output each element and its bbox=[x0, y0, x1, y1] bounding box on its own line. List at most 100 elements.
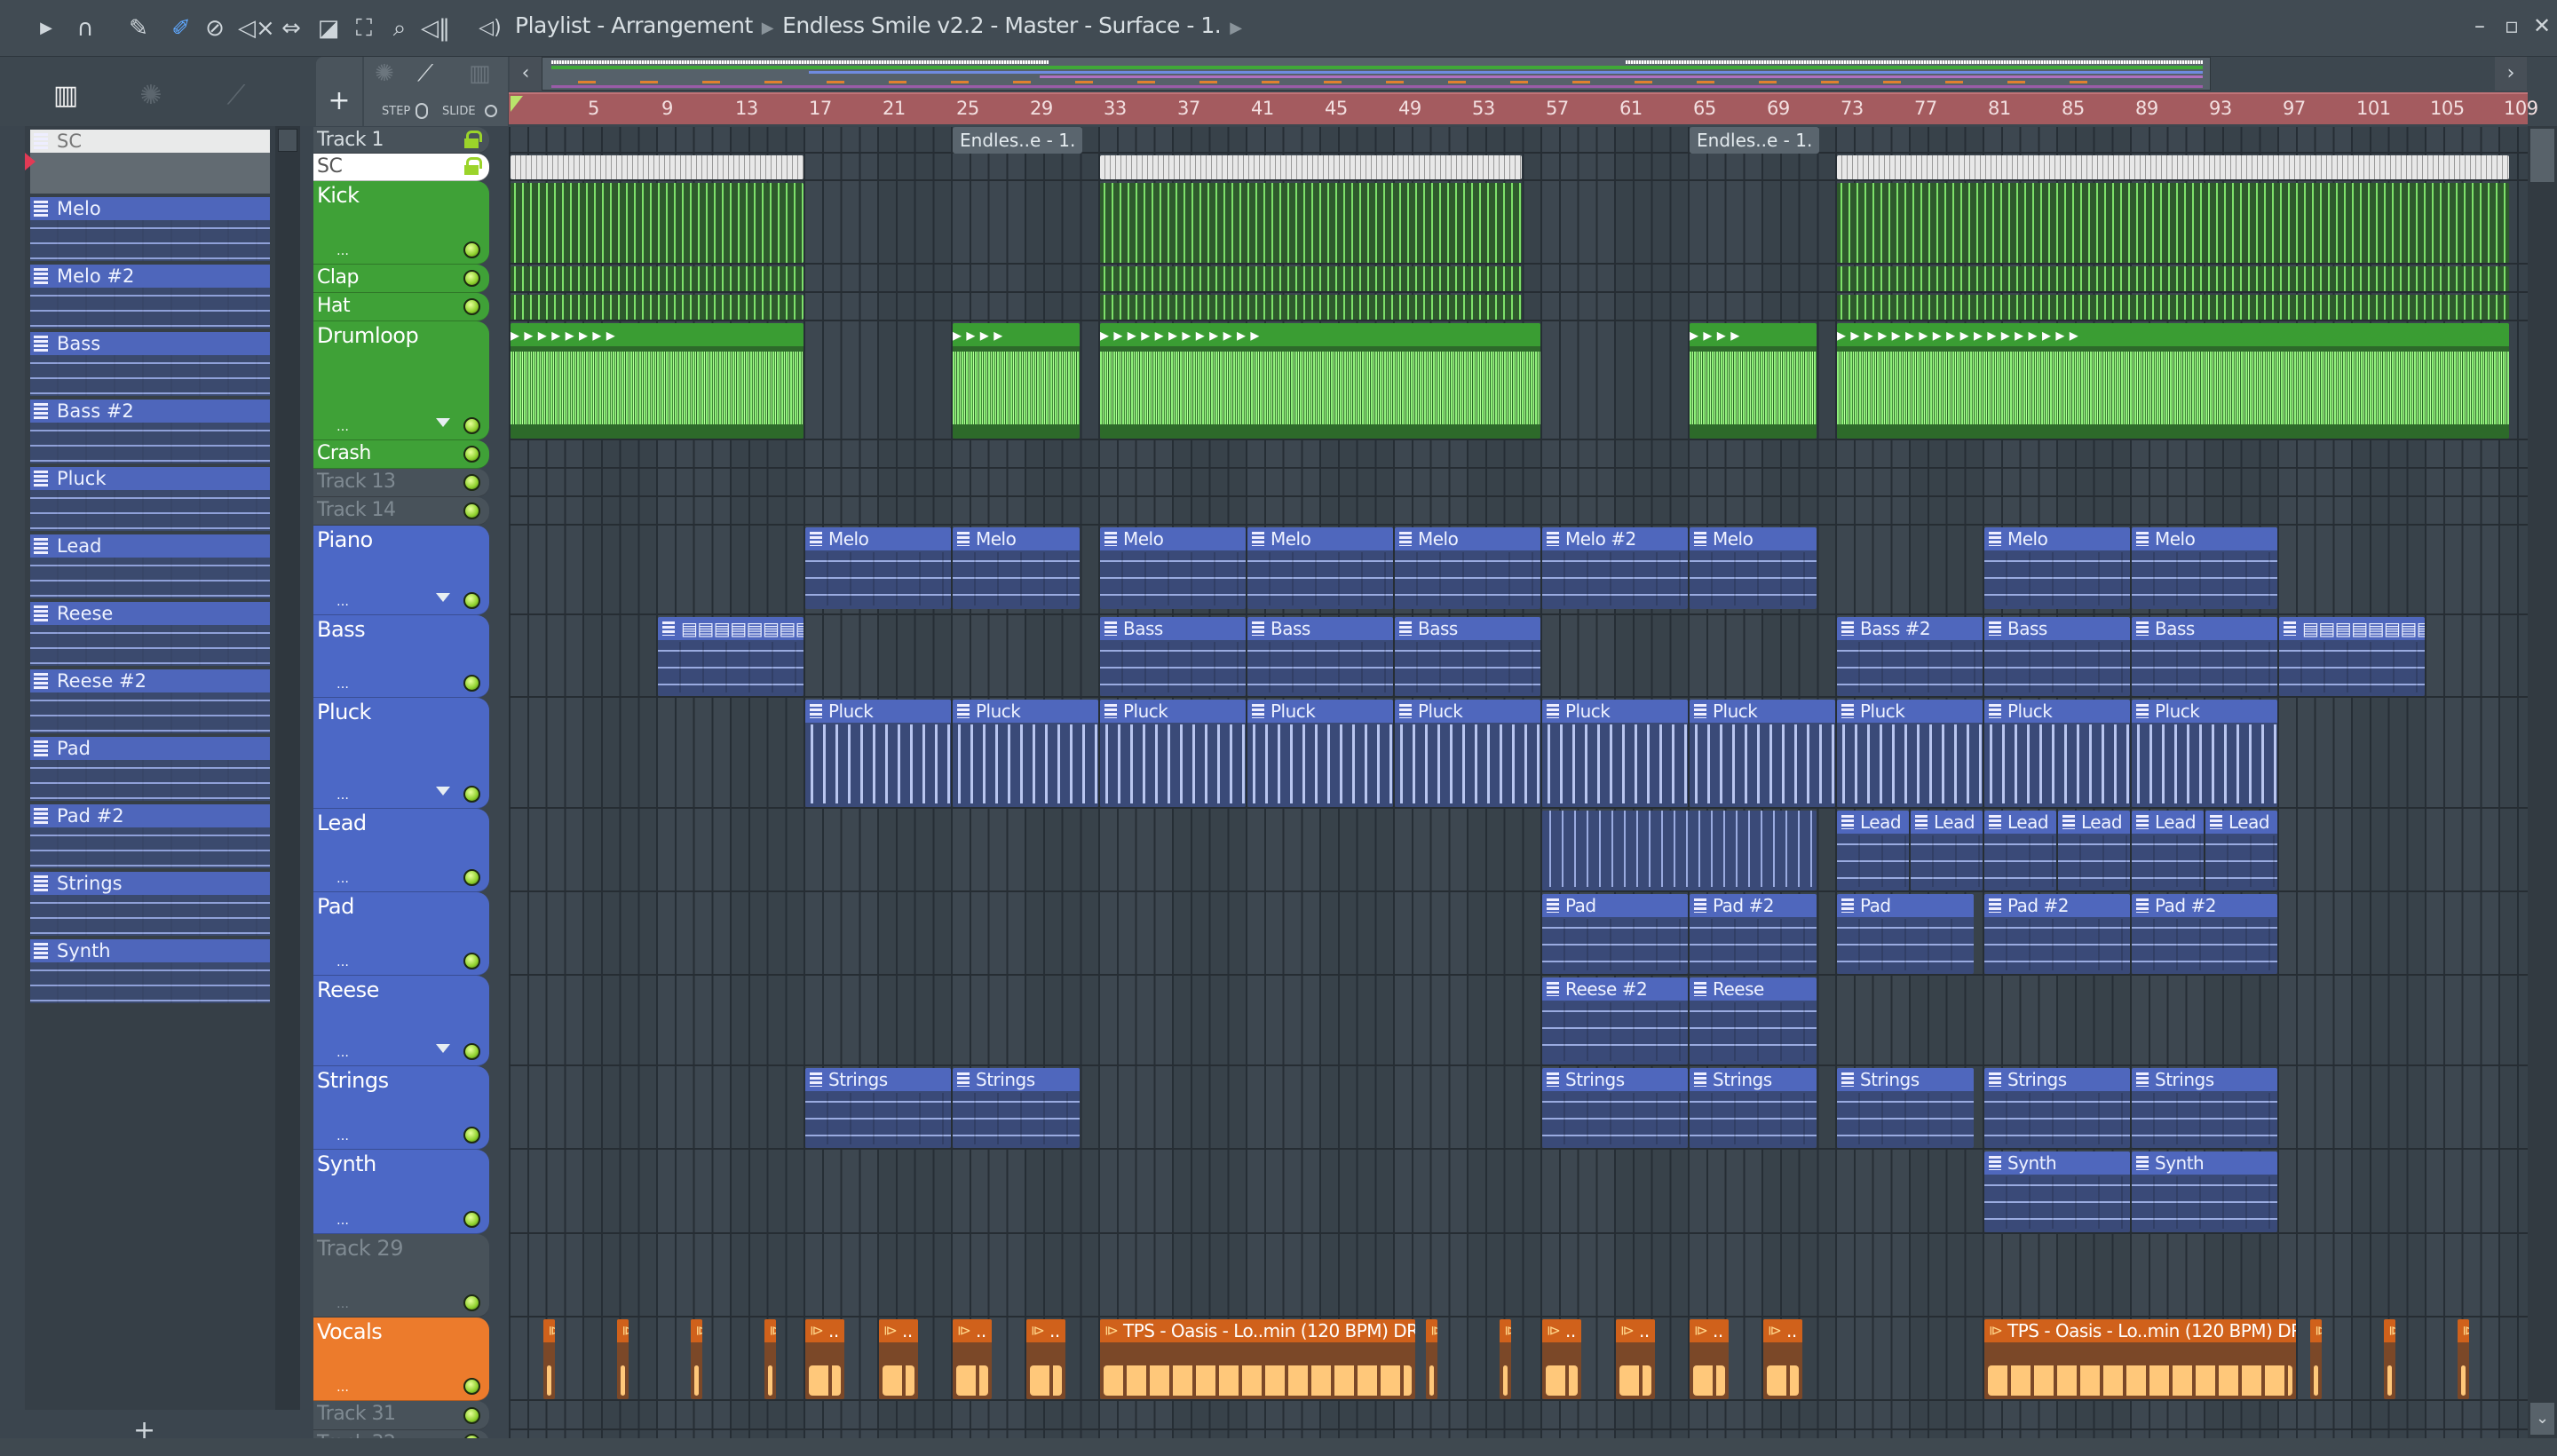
piano-keys-icon[interactable]: ▥ bbox=[469, 60, 491, 87]
audio-clip-vocal[interactable]: ⧐ bbox=[2310, 1319, 2322, 1399]
pattern-clip[interactable]: ▤▤▤▤▤▤▤▤ bbox=[658, 617, 804, 696]
track-header[interactable]: Reese… bbox=[313, 976, 489, 1066]
track-header[interactable]: Hat bbox=[313, 293, 489, 321]
track-options-dots[interactable]: … bbox=[336, 788, 350, 803]
play-arrow-icon[interactable]: ▶ bbox=[32, 14, 60, 43]
picker-item[interactable]: Pluck bbox=[30, 467, 270, 531]
minimize-button[interactable]: – bbox=[2466, 12, 2493, 39]
pattern-clip[interactable]: Melo bbox=[1395, 527, 1540, 609]
pattern-clip[interactable]: Strings bbox=[1984, 1068, 2130, 1148]
pattern-clip-drums[interactable] bbox=[511, 266, 804, 291]
magnet-icon[interactable]: ∩ bbox=[71, 14, 99, 43]
pattern-clip[interactable]: Bass bbox=[2132, 617, 2277, 696]
timeline-ruler[interactable]: 5 9 13 17 21 25 29 33 37 41 45 49 53 57 61 65 69 73 77 81 85… bbox=[509, 92, 2538, 124]
mute-led-icon[interactable] bbox=[463, 1294, 480, 1311]
track-header[interactable]: Vocals… bbox=[313, 1318, 489, 1401]
audio-clip-vocal[interactable]: ⧐ bbox=[764, 1319, 776, 1399]
audio-clip-vocal[interactable]: ⧐.. bbox=[805, 1319, 844, 1399]
mute-led-icon[interactable] bbox=[463, 270, 480, 287]
mute-led-icon[interactable] bbox=[463, 241, 480, 258]
pattern-clip-drums[interactable] bbox=[1837, 295, 2510, 320]
picker-item[interactable]: Melo bbox=[30, 197, 270, 261]
pattern-clip-drums[interactable] bbox=[1837, 183, 2510, 263]
playlist-overview[interactable] bbox=[542, 57, 2211, 91]
pencil-icon[interactable]: ✎ bbox=[124, 14, 153, 43]
picker-scrollbar[interactable] bbox=[275, 126, 300, 1410]
audio-clip-vocal[interactable]: ⧐.. bbox=[953, 1319, 992, 1399]
pattern-clip[interactable]: Strings bbox=[953, 1068, 1081, 1148]
audio-clip-drumloop[interactable]: ▸ ▸ ▸ ▸ ▸ ▸ ▸ ▸ ▸ ▸ ▸ ▸ bbox=[1100, 323, 1540, 439]
lock-icon[interactable] bbox=[464, 157, 482, 175]
pattern-clip[interactable]: Synth bbox=[1984, 1151, 2130, 1232]
track-header[interactable]: Track 14 bbox=[313, 497, 489, 526]
audio-clip-vocal[interactable]: ⧐ bbox=[691, 1319, 702, 1399]
delete-icon[interactable]: ⊘ bbox=[201, 14, 229, 43]
pattern-clip[interactable]: Pluck bbox=[1690, 700, 1835, 807]
picker-scroll-thumb[interactable] bbox=[278, 129, 297, 152]
pattern-clip[interactable]: Melo #2 bbox=[1542, 527, 1688, 609]
picker-item[interactable]: Reese bbox=[30, 602, 270, 666]
playlist-grid[interactable]: Endles..e - 1. Endles..e - 1. ▸ ▸ ▸ ▸ ▸ ▸ … bbox=[509, 127, 2528, 1438]
audio-clip-vocal[interactable]: ⧐.. bbox=[1616, 1319, 1655, 1399]
mute-led-icon[interactable] bbox=[463, 592, 480, 609]
pattern-clip[interactable]: Bass #2 bbox=[1837, 617, 1983, 696]
vertical-scroll-thumb[interactable] bbox=[2530, 129, 2554, 182]
slide-toggle[interactable] bbox=[485, 105, 497, 117]
picker-item[interactable]: Bass #2 bbox=[30, 400, 270, 463]
mute-led-icon[interactable] bbox=[463, 298, 480, 315]
mute-led-icon[interactable] bbox=[463, 502, 480, 519]
track-header[interactable]: Lead… bbox=[313, 809, 489, 892]
mute-led-icon[interactable] bbox=[463, 675, 480, 692]
pattern-clip[interactable]: Melo bbox=[1690, 527, 1817, 609]
audio-wave-icon[interactable]: ✺ bbox=[375, 60, 394, 87]
audio-clip-vocal[interactable]: ⧐ bbox=[543, 1319, 555, 1399]
pattern-clip[interactable]: Bass bbox=[1395, 617, 1540, 696]
pattern-clip[interactable]: Pad bbox=[1542, 894, 1688, 974]
audio-clip-vocal[interactable]: ⧐ bbox=[617, 1319, 629, 1399]
pattern-clip-drums[interactable] bbox=[511, 295, 804, 320]
pattern-clip-drums[interactable] bbox=[511, 155, 804, 179]
pattern-clip[interactable]: Lead bbox=[1837, 811, 1909, 890]
pattern-clip-drums[interactable] bbox=[1100, 266, 1523, 291]
mute-led-icon[interactable] bbox=[463, 1127, 480, 1143]
pattern-clip[interactable]: Lead bbox=[1911, 811, 1983, 890]
mute-led-icon[interactable] bbox=[463, 786, 480, 803]
pattern-clip[interactable]: Melo bbox=[805, 527, 951, 609]
pattern-clip[interactable]: Melo bbox=[953, 527, 1081, 609]
pattern-clip[interactable]: Synth bbox=[2132, 1151, 2277, 1232]
pattern-clip[interactable]: Pluck bbox=[1247, 700, 1393, 807]
track-options-dots[interactable]: … bbox=[336, 677, 350, 692]
mute-icon[interactable]: ◁× bbox=[238, 14, 275, 43]
track-options-dots[interactable]: … bbox=[336, 1129, 350, 1143]
dropdown-triangle-icon[interactable] bbox=[436, 787, 450, 795]
track-options-dots[interactable]: … bbox=[336, 1297, 350, 1311]
audio-clip-drumloop[interactable]: ▸ ▸ ▸ ▸ bbox=[953, 323, 1081, 439]
track-options-dots[interactable]: … bbox=[336, 420, 350, 434]
pattern-clip[interactable]: ▤▤▤▤▤▤▤▤ bbox=[2279, 617, 2425, 696]
track-header[interactable]: Track 32 bbox=[313, 1430, 489, 1438]
mute-led-icon[interactable] bbox=[463, 417, 480, 434]
audio-clip-vocal[interactable]: ⧐.. bbox=[1542, 1319, 1581, 1399]
track-header[interactable]: Strings… bbox=[313, 1066, 489, 1150]
song-position-marker[interactable] bbox=[511, 96, 523, 112]
pattern-clip[interactable]: Pluck bbox=[1984, 700, 2130, 807]
pattern-clip[interactable]: Pluck bbox=[2132, 700, 2277, 807]
lock-icon[interactable] bbox=[464, 131, 482, 148]
track-options-dots[interactable]: … bbox=[336, 872, 350, 886]
mute-led-icon[interactable] bbox=[463, 953, 480, 969]
pattern-clip[interactable]: Reese #2 bbox=[1542, 977, 1688, 1064]
pattern-clip[interactable]: Pad #2 bbox=[2132, 894, 2277, 974]
audio-clip-vocal[interactable]: ⧐ bbox=[1500, 1319, 1511, 1399]
paint-brush-icon[interactable]: ✐ bbox=[167, 14, 195, 43]
vertical-scrollbar[interactable] bbox=[2528, 126, 2557, 1438]
pattern-clip[interactable]: Reese bbox=[1690, 977, 1817, 1064]
audio-clip-drumloop[interactable]: ▸ ▸ ▸ ▸ bbox=[1690, 323, 1817, 439]
pattern-clip[interactable] bbox=[1542, 811, 1817, 890]
add-track-button[interactable]: + bbox=[316, 57, 362, 126]
audio-clip-drumloop[interactable]: ▸ ▸ ▸ ▸ ▸ ▸ ▸ ▸ bbox=[511, 323, 804, 439]
track-header[interactable]: Pad… bbox=[313, 892, 489, 976]
automation-icon[interactable]: ⟋ bbox=[417, 60, 433, 88]
picker-item[interactable]: Lead bbox=[30, 534, 270, 598]
pattern-clip[interactable]: Bass bbox=[1247, 617, 1393, 696]
track-options-dots[interactable]: … bbox=[336, 1214, 350, 1228]
